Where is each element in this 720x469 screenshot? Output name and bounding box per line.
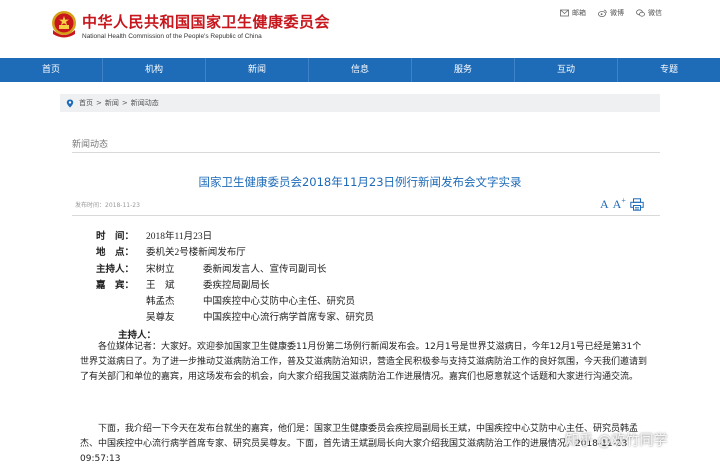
location-pin-icon [66,99,74,107]
article-paragraph: 各位媒体记者：大家好。欢迎参加国家卫生健康委11月份第二场例行新闻发布会。12月… [80,342,648,382]
wechat-link[interactable]: 微信 [636,8,662,18]
wechat-icon [636,9,645,17]
nav-item-home[interactable]: 首页 [0,58,103,82]
section-title: 新闻动态 [72,140,109,150]
mail-label: 邮箱 [572,9,586,17]
nav-item-topics[interactable]: 专题 [618,58,720,82]
site-header: 中华人民共和国国家卫生健康委员会 National Health Commiss… [0,0,720,58]
nav-item-services[interactable]: 服务 [412,58,515,82]
font-size-increase-button[interactable]: A+ [613,196,626,212]
guest-title: 委疾控局副局长 [203,281,270,291]
national-emblem-icon[interactable] [50,10,78,40]
guest-name: 王 斌 [146,281,175,291]
breadcrumb-home[interactable]: 首页 [79,98,93,108]
guest-title: 中国疾控中心艾防中心主任、研究员 [203,297,356,307]
date-divider [72,215,660,216]
time-label: 时 间： [95,232,134,242]
breadcrumb-news-updates[interactable]: 新闻动态 [131,98,159,108]
org-name-en: National Health Commission of the People… [82,33,262,40]
top-links: 邮箱 微博 微信 [560,8,662,18]
weibo-icon [598,9,607,17]
host-name: 宋树立 [146,265,175,275]
article-tools: A A+ [600,196,644,212]
place-value: 委机关2号楼新闻发布厅 [146,248,246,258]
nav-item-info[interactable]: 信息 [309,58,412,82]
host-title: 委新闻发言人、宣传司副司长 [203,265,327,275]
mail-link[interactable]: 邮箱 [560,8,586,18]
mail-icon [560,9,569,17]
wechat-label: 微信 [648,9,662,17]
section-divider [72,152,660,153]
org-name[interactable]: 中华人民共和国国家卫生健康委员会 [82,11,330,32]
nav-item-institutions[interactable]: 机构 [103,58,206,82]
guest-title: 中国疾控中心流行病学首席专家、研究员 [203,313,375,323]
guest-name: 吴尊友 [146,313,175,323]
weibo-label: 微博 [610,9,624,17]
place-label: 地 点： [95,248,134,258]
breadcrumb: 首页 > 新闻 > 新闻动态 [60,94,660,112]
publish-date-value: 2018-11-23 [105,202,140,209]
font-size-normal-button[interactable]: A [600,197,609,212]
article-title: 国家卫生健康委员会2018年11月23日例行新闻发布会文字实录 [198,175,522,189]
zhihu-watermark: 知乎 @欢竹同学 [565,433,668,449]
guests-label: 嘉 宾： [95,281,134,291]
nav-item-interaction[interactable]: 互动 [515,58,618,82]
breadcrumb-separator: > [96,99,102,107]
host-label: 主持人： [95,265,134,275]
speaker-label: 主持人： [118,330,157,341]
publish-label: 发布时间： [75,202,106,209]
main-nav: 首页 机构 新闻 信息 服务 互动 专题 [0,58,720,82]
font-plus-icon: + [621,196,626,205]
breadcrumb-news[interactable]: 新闻 [105,98,119,108]
publish-date: 发布时间：2018-11-23 [75,200,140,209]
nav-item-news[interactable]: 新闻 [206,58,309,82]
weibo-link[interactable]: 微博 [598,8,624,18]
time-value: 2018年11月23日 [146,232,213,242]
print-icon[interactable] [630,197,644,211]
breadcrumb-separator: > [121,99,128,107]
guest-name: 韩孟杰 [146,297,175,307]
